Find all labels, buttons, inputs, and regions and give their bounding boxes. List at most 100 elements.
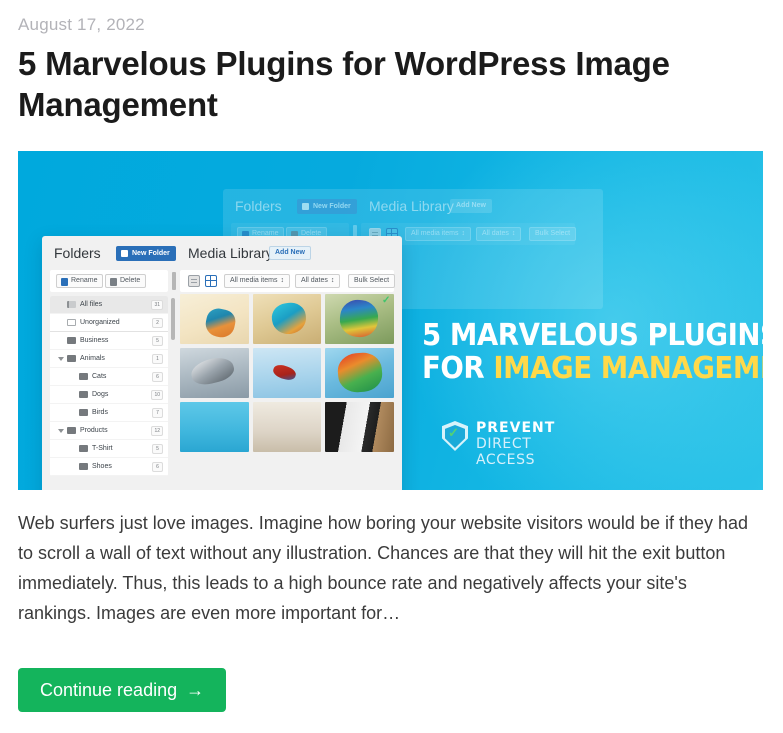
mockup-toolbar: Rename Delete All media items All dates … xyxy=(42,270,402,296)
delete-button: Delete xyxy=(105,274,147,288)
folder-tree-item: Unorganized 2 xyxy=(50,314,168,332)
promo-line-2: For Image Management xyxy=(422,351,763,386)
brand-logo-text: PREVENT DIRECT ACCESS xyxy=(476,420,555,468)
dates-filter-label: All dates xyxy=(301,277,334,284)
folder-tree-item: Birds 7 xyxy=(50,404,168,422)
folder-item-count: 2 xyxy=(152,318,163,328)
folder-tree-item-label: Shoes xyxy=(92,463,112,470)
mockup-header: Folders New Folder Media Library Add New xyxy=(42,236,402,270)
folder-item-count: 12 xyxy=(151,426,163,436)
media-items-filter: All media items xyxy=(224,274,290,288)
folder-tree-item: Shoes 6 xyxy=(50,458,168,476)
media-items-filter-label-ghost: All media items xyxy=(411,230,465,237)
folder-tree-item-label: Animals xyxy=(80,355,105,362)
folder-icon xyxy=(79,391,88,398)
dates-filter-label-ghost: All dates xyxy=(482,230,515,237)
folder-icon xyxy=(67,355,76,362)
check-icon: ✓ xyxy=(381,295,391,306)
folder-tree-item: Business 5 xyxy=(50,332,168,350)
continue-reading-button[interactable]: Continue reading → xyxy=(18,668,227,712)
new-folder-button-ghost: New Folder xyxy=(297,199,357,214)
folder-tree-item: Cats 6 xyxy=(50,368,168,386)
folder-tree-item-label: Birds xyxy=(92,409,108,416)
check-icon: ✓ xyxy=(448,425,459,440)
media-thumbnail xyxy=(252,294,322,344)
list-view-icon xyxy=(188,275,200,287)
rename-label: Rename xyxy=(71,277,98,284)
delete-label: Delete xyxy=(120,277,141,284)
arrow-right-icon: → xyxy=(186,679,205,700)
folder-item-count: 1 xyxy=(152,354,163,364)
folders-title: Folders xyxy=(54,245,101,261)
featured-image[interactable]: Folders New Folder Media Library Add New… xyxy=(18,151,763,490)
media-thumbnail xyxy=(325,348,394,398)
media-library-title-ghost: Media Library xyxy=(369,198,454,214)
post-title[interactable]: 5 Marvelous Plugins for WordPress Image … xyxy=(18,43,748,125)
box-icon xyxy=(67,319,76,326)
promo-headline: 5 Marvelous Plugins For Image Management xyxy=(422,318,763,386)
promo-line-2-prefix: For xyxy=(422,351,494,386)
continue-reading-label: Continue reading xyxy=(40,679,178,700)
promo-line-2-highlight: Image Management xyxy=(493,351,763,386)
mockup-panel-foreground: Folders New Folder Media Library Add New… xyxy=(42,236,402,490)
media-thumbnail xyxy=(252,348,322,398)
brand-name-line-2: DIRECT ACCESS xyxy=(476,436,536,468)
media-thumbnail xyxy=(325,402,394,452)
media-items-filter-label: All media items xyxy=(230,277,284,284)
rename-button: Rename xyxy=(56,274,104,288)
chevron-down-icon xyxy=(58,429,64,433)
bulk-select-button-ghost: Bulk Select xyxy=(529,227,577,241)
folder-item-count: 6 xyxy=(152,372,163,382)
folder-icon xyxy=(79,409,88,416)
pencil-icon xyxy=(61,278,68,286)
add-new-button: Add New xyxy=(269,246,311,260)
folder-icon xyxy=(79,463,88,470)
folder-tree-item-label: Unorganized xyxy=(80,319,120,326)
media-thumbnail xyxy=(180,402,249,452)
blog-post-card: August 17, 2022 5 Marvelous Plugins for … xyxy=(0,0,783,733)
folder-tree-item: Products 12 xyxy=(50,422,168,440)
folder-item-count: 6 xyxy=(152,462,163,472)
folder-tree-item-label: Dogs xyxy=(92,391,109,398)
grid-view-icon xyxy=(205,275,217,287)
folder-tree-item-label: T-Shirt xyxy=(92,445,113,452)
post-excerpt: Web surfers just love images. Imagine ho… xyxy=(18,513,749,623)
media-thumbnail xyxy=(252,402,322,452)
folder-item-count: 5 xyxy=(152,336,163,346)
mockup-header-ghost: Folders New Folder Media Library Add New xyxy=(223,189,603,223)
media-library-title: Media Library xyxy=(188,245,273,261)
folder-tree-item-label: Products xyxy=(80,427,108,434)
folder-item-count: 31 xyxy=(151,300,163,310)
folder-icon xyxy=(79,445,88,452)
media-thumbnail xyxy=(180,348,249,398)
bulk-select-button: Bulk Select xyxy=(348,274,396,288)
folder-tree-item: Dogs 10 xyxy=(50,386,168,404)
folder-icon xyxy=(79,373,88,380)
add-new-button-ghost: Add New xyxy=(450,199,492,213)
toolbar-divider xyxy=(172,272,176,290)
folder-tree-item-label: All files xyxy=(80,301,103,308)
folders-title-ghost: Folders xyxy=(235,198,282,214)
dates-filter: All dates xyxy=(295,274,341,288)
file-icon xyxy=(67,301,76,308)
folder-tree-item: Animals 1 xyxy=(50,350,168,368)
trash-icon xyxy=(110,278,117,286)
media-thumbnail-grid: ✓ xyxy=(180,294,394,452)
folder-item-count: 5 xyxy=(152,444,163,454)
post-date: August 17, 2022 xyxy=(18,15,145,34)
folder-item-count: 7 xyxy=(152,408,163,418)
folder-tree: All files 31 Unorganized 2 Business 5 Animals 1… xyxy=(50,296,168,476)
brand-name-line-1: PREVENT xyxy=(476,420,556,436)
media-thumbnail: ✓ xyxy=(325,294,394,344)
promo-line-1: 5 Marvelous Plugins xyxy=(422,318,763,353)
folder-tree-item: T-Shirt 5 xyxy=(50,440,168,458)
dates-filter-ghost: All dates xyxy=(476,227,522,241)
media-items-filter-ghost: All media items xyxy=(405,227,471,241)
folder-tree-item-label: Cats xyxy=(92,373,107,380)
folder-icon xyxy=(67,427,76,434)
folder-item-count: 10 xyxy=(151,390,163,400)
chevron-down-icon xyxy=(58,357,64,361)
folder-icon xyxy=(67,337,76,344)
new-folder-button: New Folder xyxy=(116,246,176,261)
tree-scrollbar xyxy=(171,298,175,340)
